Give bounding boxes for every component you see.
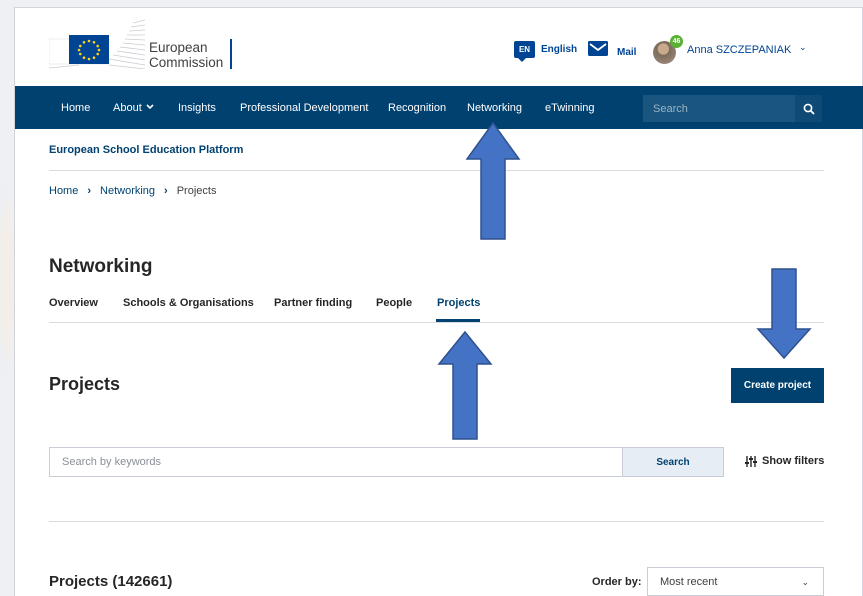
filter-sliders-icon [745,455,757,467]
show-filters-button[interactable]: Show filters [745,455,824,467]
search-icon [803,103,815,115]
create-project-button[interactable]: Create project [731,368,824,403]
nav-item-networking[interactable]: Networking [467,102,522,114]
divider [49,170,824,171]
nav-search [643,95,822,122]
chevron-down-icon[interactable]: ⌄ [799,42,807,53]
order-by-select[interactable]: Most recent ⌄ [647,567,824,596]
order-by-value: Most recent [660,576,718,588]
tab-projects[interactable]: Projects [437,297,480,309]
language-icon[interactable]: EN [514,41,535,62]
main-navigation: Home About Insights Professional Develop… [15,86,863,129]
nav-search-input[interactable] [643,95,795,122]
logo-line1: European [149,40,208,55]
breadcrumb-current: Projects [176,185,217,197]
browser-page: European Commission EN English Mail 46 A… [14,7,863,596]
tab-overview[interactable]: Overview [49,297,98,309]
breadcrumb-home[interactable]: Home [49,185,78,197]
nav-item-recognition[interactable]: Recognition [388,102,446,114]
site-header: European Commission EN English Mail 46 A… [15,8,863,86]
annotation-arrow-up-networking [465,121,521,240]
results-count-title: Projects (142661) [49,573,173,590]
nav-item-professional-development[interactable]: Professional Development [240,102,368,114]
notification-badge: 46 [670,35,683,48]
nav-search-button[interactable] [795,95,822,122]
annotation-arrow-down-create-project [756,268,812,360]
tab-partner-finding[interactable]: Partner finding [274,297,352,309]
tab-people[interactable]: People [376,297,412,309]
chevron-down-icon [146,104,154,110]
search-button[interactable]: Search [622,448,723,476]
chevron-down-icon: ⌄ [801,577,809,587]
section-heading: Projects [49,374,121,394]
platform-name[interactable]: European School Education Platform [49,144,243,156]
nav-item-home[interactable]: Home [61,102,90,114]
nav-item-about[interactable]: About [113,102,154,114]
mail-icon[interactable] [588,41,608,56]
nav-item-etwinning[interactable]: eTwinning [545,102,595,114]
nav-item-about-label: About [113,102,142,114]
breadcrumb: Home › Networking › Projects [49,185,216,197]
eu-commission-logo[interactable]: European Commission [48,19,235,70]
mail-link[interactable]: Mail [617,47,636,58]
logo-line2: Commission [149,55,224,70]
search-input[interactable] [50,448,622,476]
nav-item-insights[interactable]: Insights [178,102,216,114]
show-filters-label: Show filters [762,455,825,467]
tab-schools-organisations[interactable]: Schools & Organisations [123,297,254,309]
project-search: Search [49,447,724,477]
language-selector[interactable]: English [541,44,577,55]
user-menu[interactable]: Anna SZCZEPANIAK [687,44,791,56]
tabs-divider [49,322,824,323]
logo-divider [230,39,232,69]
chevron-right-icon: › [87,185,92,197]
page-title: Networking [49,256,153,277]
results-divider [49,521,824,522]
annotation-arrow-up-projects [437,330,493,440]
chevron-right-icon: › [164,185,168,197]
order-by-label: Order by: [592,576,642,588]
breadcrumb-networking[interactable]: Networking [100,185,155,197]
